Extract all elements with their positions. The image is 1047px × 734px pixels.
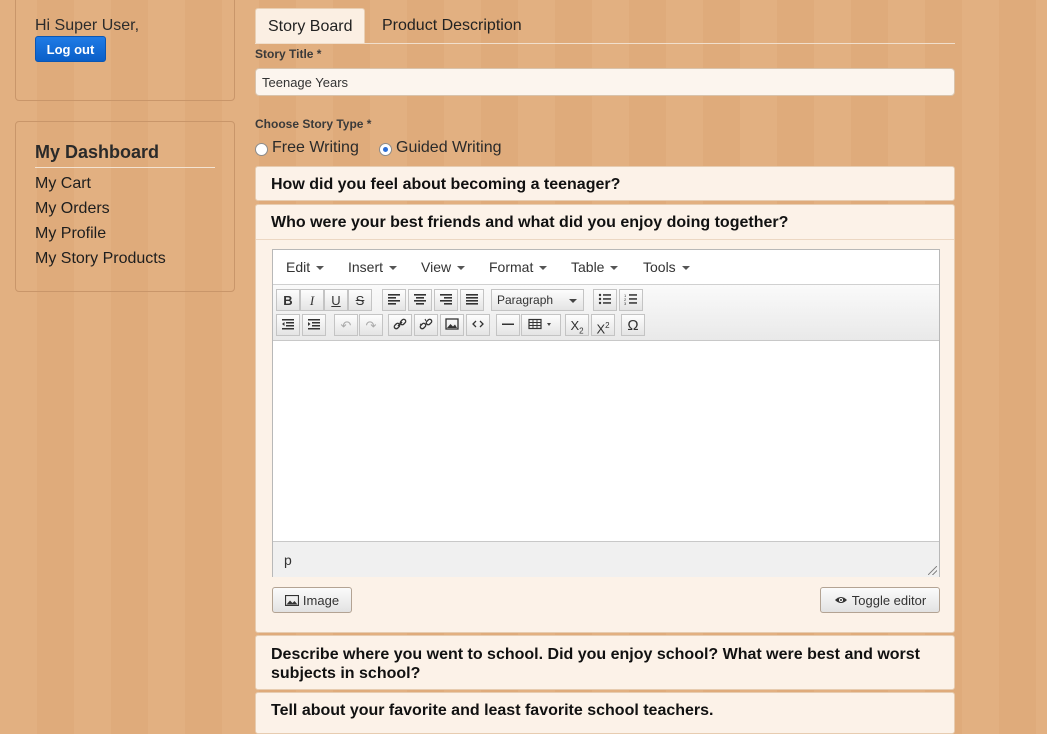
element-path[interactable]: p — [284, 552, 292, 568]
story-title-label: Story Title * — [255, 47, 322, 61]
code-icon[interactable] — [466, 314, 490, 336]
editor-toolbar: B I U S Paragraph 1 2 3 ↶ ↷ X2 X2 Ω — [273, 285, 939, 341]
align-left-icon[interactable] — [382, 289, 406, 311]
divider — [256, 239, 954, 240]
menu-edit[interactable]: Edit — [286, 259, 325, 275]
radio-label: Free Writing — [272, 139, 359, 156]
chevron-down-icon — [681, 266, 690, 271]
question-panel[interactable]: How did you feel about becoming a teenag… — [255, 166, 955, 201]
align-center-icon[interactable] — [408, 289, 432, 311]
question-panel[interactable]: Tell about your favorite and least favor… — [255, 692, 955, 734]
question-heading[interactable]: Who were your best friends and what did … — [271, 213, 931, 232]
radio-button[interactable] — [255, 142, 268, 156]
undo-icon[interactable]: ↶ — [334, 314, 358, 336]
image-button[interactable]: Image — [272, 587, 352, 613]
outdent-icon[interactable] — [276, 314, 300, 336]
chevron-down-icon — [389, 266, 398, 271]
strikethrough-icon[interactable]: S — [348, 289, 372, 311]
table-icon[interactable] — [521, 314, 561, 336]
toggle-editor-button[interactable]: Toggle editor — [820, 587, 940, 613]
menu-format[interactable]: Format — [489, 259, 548, 275]
tab-bar: Story Board Product Description — [255, 8, 955, 44]
chevron-down-icon — [569, 299, 577, 303]
radio-label: Guided Writing — [396, 139, 502, 156]
story-title-input[interactable] — [255, 68, 955, 96]
editor-statusbar: p — [273, 541, 939, 577]
editor-content-area[interactable] — [273, 341, 939, 540]
question-panel-expanded: Who were your best friends and what did … — [255, 204, 955, 633]
radio-guided-writing[interactable]: Guided Writing — [379, 139, 502, 157]
redo-icon[interactable]: ↷ — [359, 314, 383, 336]
image-icon[interactable] — [440, 314, 464, 336]
question-heading[interactable]: Tell about your favorite and least favor… — [271, 701, 931, 720]
question-heading[interactable]: Describe where you went to school. Did y… — [271, 645, 931, 683]
user-panel: Hi Super User, Log out — [15, 0, 235, 101]
chevron-down-icon — [457, 266, 466, 271]
chevron-down-icon — [610, 266, 619, 271]
numbered-list-icon[interactable]: 123 — [619, 289, 643, 311]
format-select[interactable]: Paragraph — [491, 289, 584, 311]
menu-insert[interactable]: Insert — [348, 259, 398, 275]
radio-button-checked[interactable] — [379, 142, 392, 156]
tab-product-description[interactable]: Product Description — [370, 8, 534, 42]
resize-handle-icon[interactable] — [928, 566, 937, 575]
radio-free-writing[interactable]: Free Writing — [255, 139, 359, 157]
chevron-down-icon — [539, 266, 548, 271]
dashboard-panel: My Dashboard My Cart My Orders My Profil… — [15, 121, 235, 292]
nav-link-my-profile[interactable]: My Profile — [35, 225, 106, 243]
logout-button[interactable]: Log out — [35, 36, 106, 62]
align-right-icon[interactable] — [434, 289, 458, 311]
menu-table[interactable]: Table — [571, 259, 619, 275]
greeting-text: Hi Super User, — [35, 17, 140, 34]
horizontal-rule-icon[interactable] — [496, 314, 520, 336]
question-panel[interactable]: Describe where you went to school. Did y… — [255, 635, 955, 690]
unlink-icon[interactable] — [414, 314, 438, 336]
question-heading[interactable]: How did you feel about becoming a teenag… — [271, 175, 931, 194]
align-justify-icon[interactable] — [460, 289, 484, 311]
eye-icon — [834, 597, 847, 603]
nav-link-my-story-products[interactable]: My Story Products — [35, 250, 166, 268]
menu-tools[interactable]: Tools — [643, 259, 690, 275]
link-icon[interactable] — [388, 314, 412, 336]
subscript-icon[interactable]: X2 — [565, 314, 589, 336]
nav-link-my-orders[interactable]: My Orders — [35, 200, 110, 218]
editor-menubar: Edit Insert View Format Table Tools — [273, 250, 939, 285]
chevron-down-icon — [316, 266, 325, 271]
menu-view[interactable]: View — [421, 259, 466, 275]
underline-icon[interactable]: U — [324, 289, 348, 311]
story-type-label: Choose Story Type * — [255, 117, 372, 131]
italic-icon[interactable]: I — [300, 289, 324, 311]
indent-icon[interactable] — [302, 314, 326, 336]
bold-icon[interactable]: B — [276, 289, 300, 311]
svg-text:3: 3 — [624, 301, 627, 305]
tab-story-board[interactable]: Story Board — [255, 8, 366, 43]
image-icon — [284, 594, 299, 606]
superscript-icon[interactable]: X2 — [591, 314, 615, 336]
bullet-list-icon[interactable] — [593, 289, 617, 311]
nav-link-my-cart[interactable]: My Cart — [35, 175, 91, 193]
rich-text-editor: Edit Insert View Format Table Tools B I … — [272, 249, 940, 577]
special-char-icon[interactable]: Ω — [621, 314, 645, 336]
dashboard-title: My Dashboard — [35, 142, 215, 168]
